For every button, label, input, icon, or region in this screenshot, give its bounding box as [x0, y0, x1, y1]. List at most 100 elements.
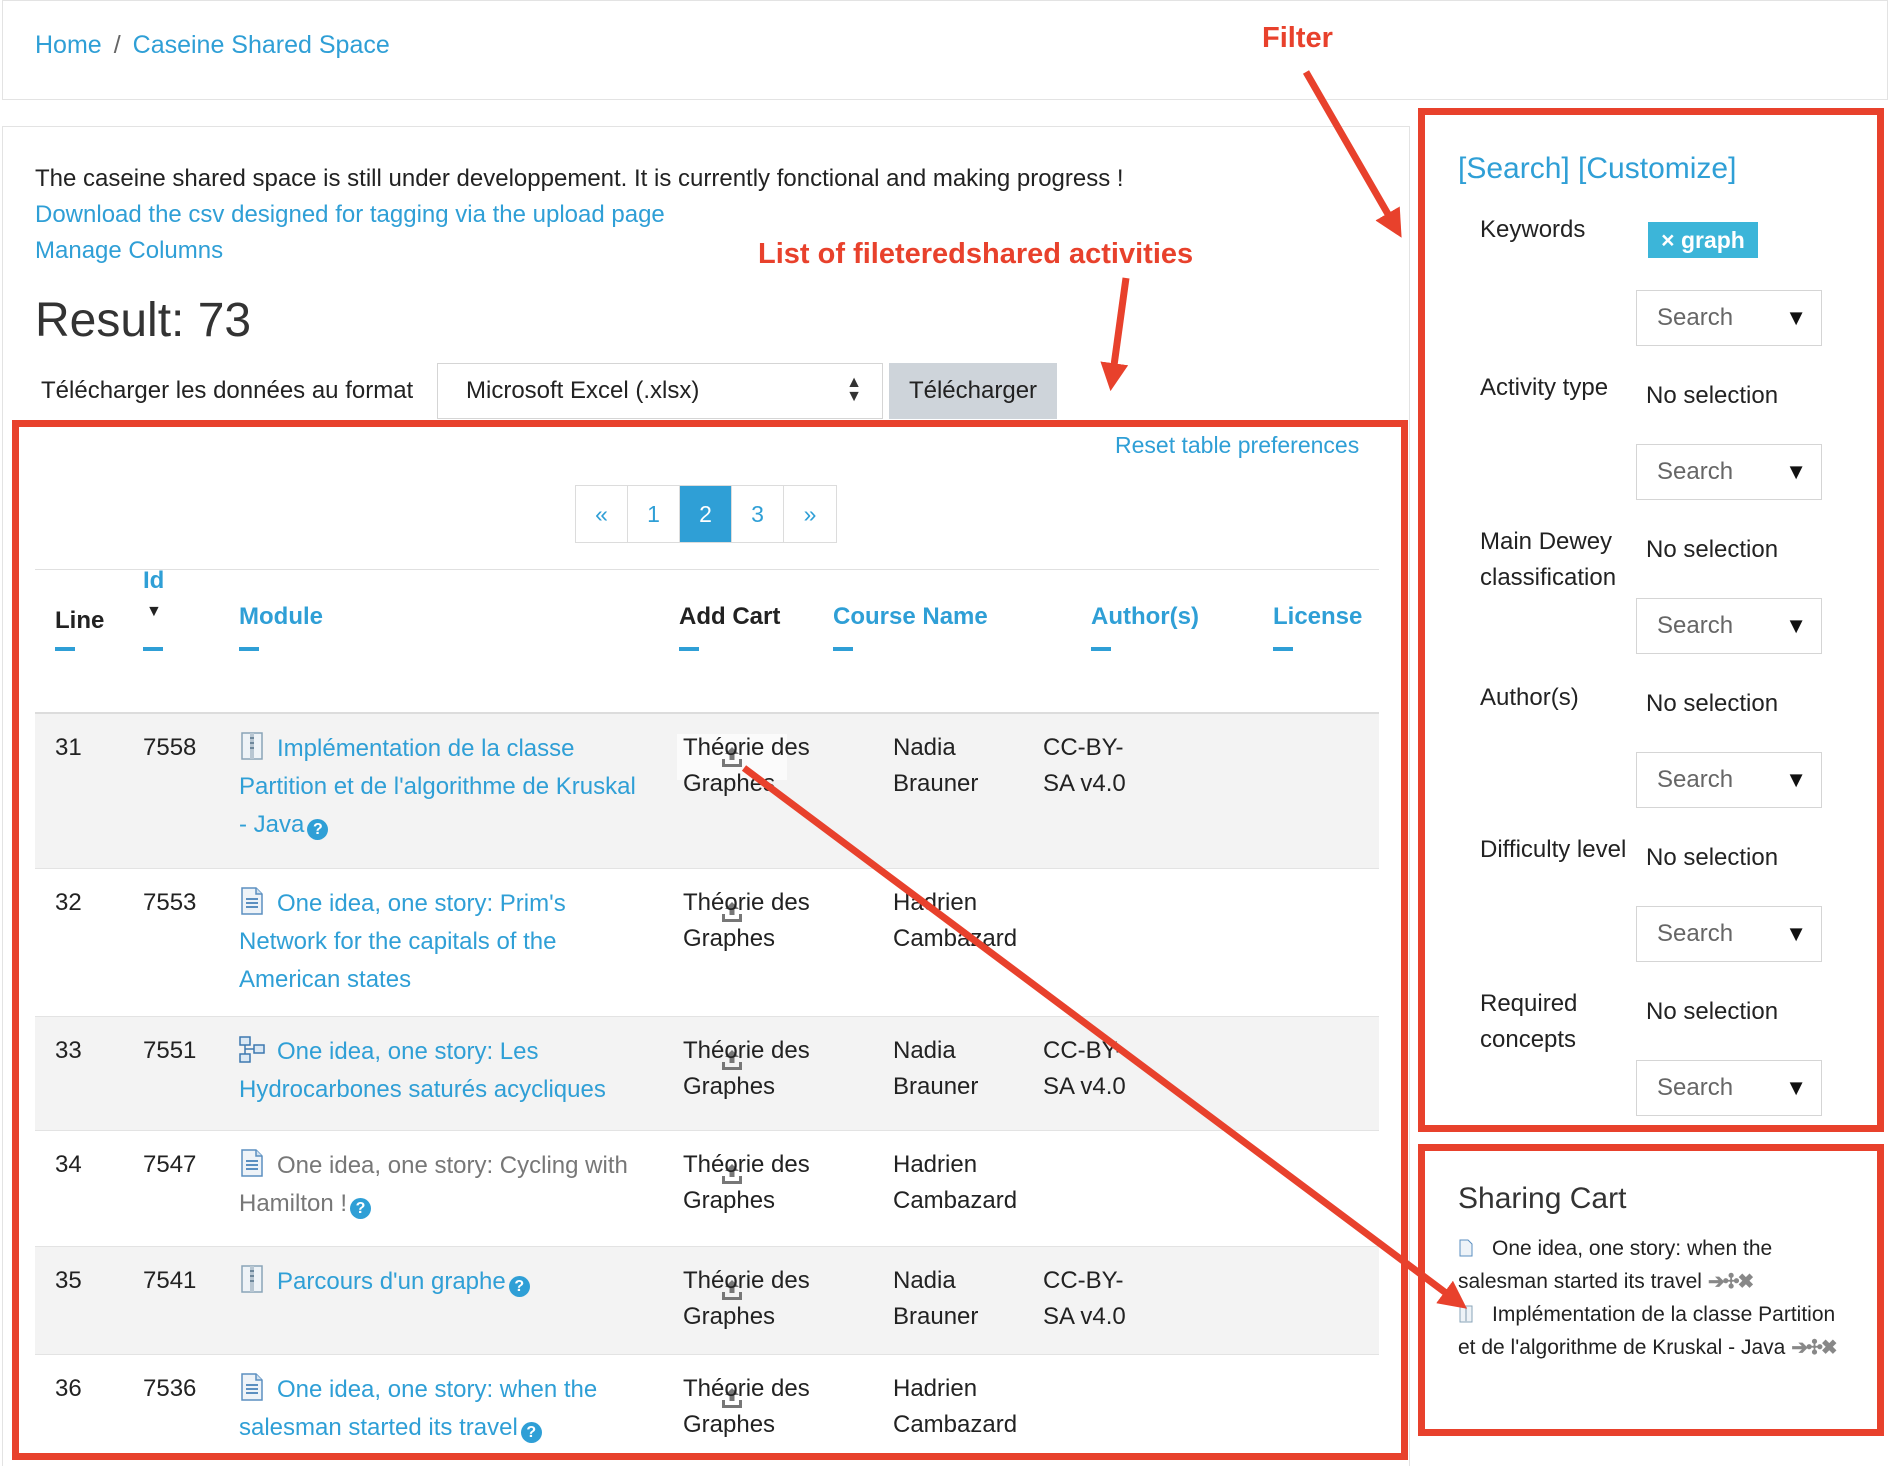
main-content: The caseine shared space is still under …	[2, 126, 1410, 1466]
column-header-module[interactable]: Module	[239, 603, 323, 631]
column-header-line: Line	[55, 607, 105, 634]
column-header-authors[interactable]: Author(s)	[1091, 603, 1199, 631]
result-count: Result: 73	[35, 294, 252, 347]
cart-item-controls-icon[interactable]: ➔✣✖	[1708, 1271, 1754, 1293]
cell-module: One idea, one story: Cycling with Hamilt…	[239, 1147, 639, 1223]
file-archive-icon	[1459, 1305, 1473, 1323]
column-header-id[interactable]: Id	[143, 567, 164, 595]
difficulty-search-placeholder: Search	[1657, 920, 1734, 947]
keyword-tag-graph[interactable]: × graph	[1648, 222, 1758, 258]
authors-search-placeholder: Search	[1657, 766, 1734, 793]
column-header-course-name[interactable]: Course Name	[833, 603, 988, 631]
activity-type-search-placeholder: Search	[1657, 458, 1734, 485]
table-divider	[35, 569, 1379, 570]
keywords-search-placeholder: Search	[1657, 304, 1734, 331]
table-row: 35 7541 Parcours d'un graphe? Théorie de…	[35, 1247, 1379, 1355]
dewey-search[interactable]: Search ▼	[1636, 598, 1822, 654]
table-row: 32 7553 One idea, one story: Prim's Netw…	[35, 869, 1379, 1017]
file-archive-icon	[241, 1265, 263, 1293]
dropdown-arrow-icon: ▼	[1785, 459, 1807, 484]
cell-line: 34	[55, 1151, 82, 1178]
download-button[interactable]: Télécharger	[889, 363, 1057, 419]
module-link[interactable]: One idea, one story: Cycling with Hamilt…	[239, 1152, 628, 1217]
dropdown-arrow-icon: ▼	[1785, 305, 1807, 330]
help-icon[interactable]: ?	[307, 819, 329, 840]
cart-item-controls-icon[interactable]: ➔✣✖	[1791, 1337, 1837, 1359]
pagination-page-1[interactable]: 1	[628, 486, 680, 542]
collapse-column-line[interactable]	[55, 647, 75, 651]
cell-module: Parcours d'un graphe?	[239, 1263, 639, 1301]
cell-course-name: Théorie des Graphes	[683, 889, 810, 952]
page-icon	[1459, 1239, 1473, 1257]
breadcrumb-current[interactable]: Caseine Shared Space	[133, 31, 390, 59]
difficulty-search[interactable]: Search ▼	[1636, 906, 1822, 962]
dropdown-arrow-icon: ▼	[1785, 613, 1807, 638]
pagination-prev[interactable]: «	[576, 486, 628, 542]
page-icon	[241, 1149, 263, 1177]
manage-columns-link[interactable]: Manage Columns	[35, 237, 223, 265]
cart-item: One idea, one story: when the salesman s…	[1458, 1232, 1858, 1299]
collapse-column-id[interactable]	[143, 647, 163, 651]
breadcrumb-home[interactable]: Home	[35, 31, 102, 59]
activity-type-label: Activity type	[1480, 374, 1609, 401]
breadcrumb-bar: Home / Caseine Shared Space	[2, 0, 1888, 100]
select-updown-icon: ▲ ▼	[846, 374, 862, 405]
download-format-select[interactable]: Microsoft Excel (.xlsx) ▲ ▼	[437, 363, 883, 419]
annotation-list-label: List of fileteredshared activities	[758, 238, 1194, 270]
difficulty-label: Difficulty level	[1480, 836, 1627, 863]
pagination-page-3[interactable]: 3	[732, 486, 784, 542]
cell-module: One idea, one story: Les Hydrocarbones s…	[239, 1033, 639, 1109]
authors-label: Author(s)	[1480, 684, 1579, 711]
collapse-column-course-name[interactable]	[833, 647, 853, 651]
module-link[interactable]: One idea, one story: Les Hydrocarbones s…	[239, 1038, 606, 1103]
module-link[interactable]: One idea, one story: Prim's Network for …	[239, 890, 566, 993]
cell-author: Nadia Brauner	[893, 734, 979, 797]
cell-id: 7551	[143, 1037, 197, 1064]
cell-author: Hadrien Cambazard	[893, 1151, 1018, 1214]
help-icon[interactable]: ?	[520, 1422, 542, 1443]
keywords-search[interactable]: Search ▼	[1636, 290, 1822, 346]
cell-license: CC-BY-SA v4.0	[1043, 734, 1126, 797]
breadcrumb: Home / Caseine Shared Space	[35, 31, 390, 60]
cell-id: 7553	[143, 889, 197, 916]
cell-id: 7541	[143, 1267, 197, 1294]
filter-panel: [Search] [Customize] Keywords × graph Se…	[1422, 108, 1882, 1128]
sort-desc-icon[interactable]: ▼	[146, 603, 162, 621]
difficulty-value: No selection	[1646, 844, 1779, 871]
module-link[interactable]: One idea, one story: when the salesman s…	[239, 1376, 597, 1441]
pagination-next[interactable]: »	[784, 486, 836, 542]
reset-table-preferences-link[interactable]: Reset table preferences	[1115, 432, 1359, 459]
pagination: « 1 2 3 »	[575, 485, 837, 543]
concepts-search-placeholder: Search	[1657, 1074, 1734, 1101]
cart-item-label: Implémentation de la classe Partition et…	[1458, 1303, 1836, 1359]
activity-type-search[interactable]: Search ▼	[1636, 444, 1822, 500]
collapse-column-authors[interactable]	[1091, 647, 1111, 651]
help-icon[interactable]: ?	[508, 1276, 530, 1297]
cell-author: Nadia Brauner	[893, 1037, 979, 1100]
column-header-license[interactable]: License	[1273, 603, 1362, 631]
filter-title[interactable]: [Search] [Customize]	[1458, 152, 1736, 186]
table-row: 33 7551 One idea, one story: Les Hydroca…	[35, 1017, 1379, 1131]
collapse-column-module[interactable]	[239, 647, 259, 651]
concepts-search[interactable]: Search ▼	[1636, 1060, 1822, 1116]
table-row: 36 7536 One idea, one story: when the sa…	[35, 1355, 1379, 1467]
authors-search[interactable]: Search ▼	[1636, 752, 1822, 808]
module-link[interactable]: Implémentation de la classe Partition et…	[239, 735, 636, 838]
cell-module: Implémentation de la classe Partition et…	[239, 730, 639, 844]
cell-course-name: Théorie des Graphes	[683, 1151, 810, 1214]
download-format-label: Télécharger les données au format	[41, 377, 414, 404]
concepts-label: Required concepts	[1480, 990, 1578, 1053]
column-header-add-cart: Add Cart	[679, 603, 781, 630]
collapse-column-license[interactable]	[1273, 647, 1293, 651]
cell-course-name: Théorie des Graphes	[683, 1375, 810, 1438]
collapse-column-add-cart[interactable]	[679, 647, 699, 651]
cell-line: 36	[55, 1375, 82, 1402]
download-csv-link[interactable]: Download the csv designed for tagging vi…	[35, 201, 665, 229]
help-icon[interactable]: ?	[350, 1198, 372, 1219]
file-archive-icon	[241, 732, 263, 760]
diagram-icon	[239, 1036, 265, 1063]
module-link[interactable]: Parcours d'un graphe	[277, 1268, 506, 1295]
cell-author: Hadrien Cambazard	[893, 889, 1018, 952]
pagination-page-2[interactable]: 2	[680, 486, 732, 542]
annotation-filter-label: Filter	[1262, 22, 1333, 54]
